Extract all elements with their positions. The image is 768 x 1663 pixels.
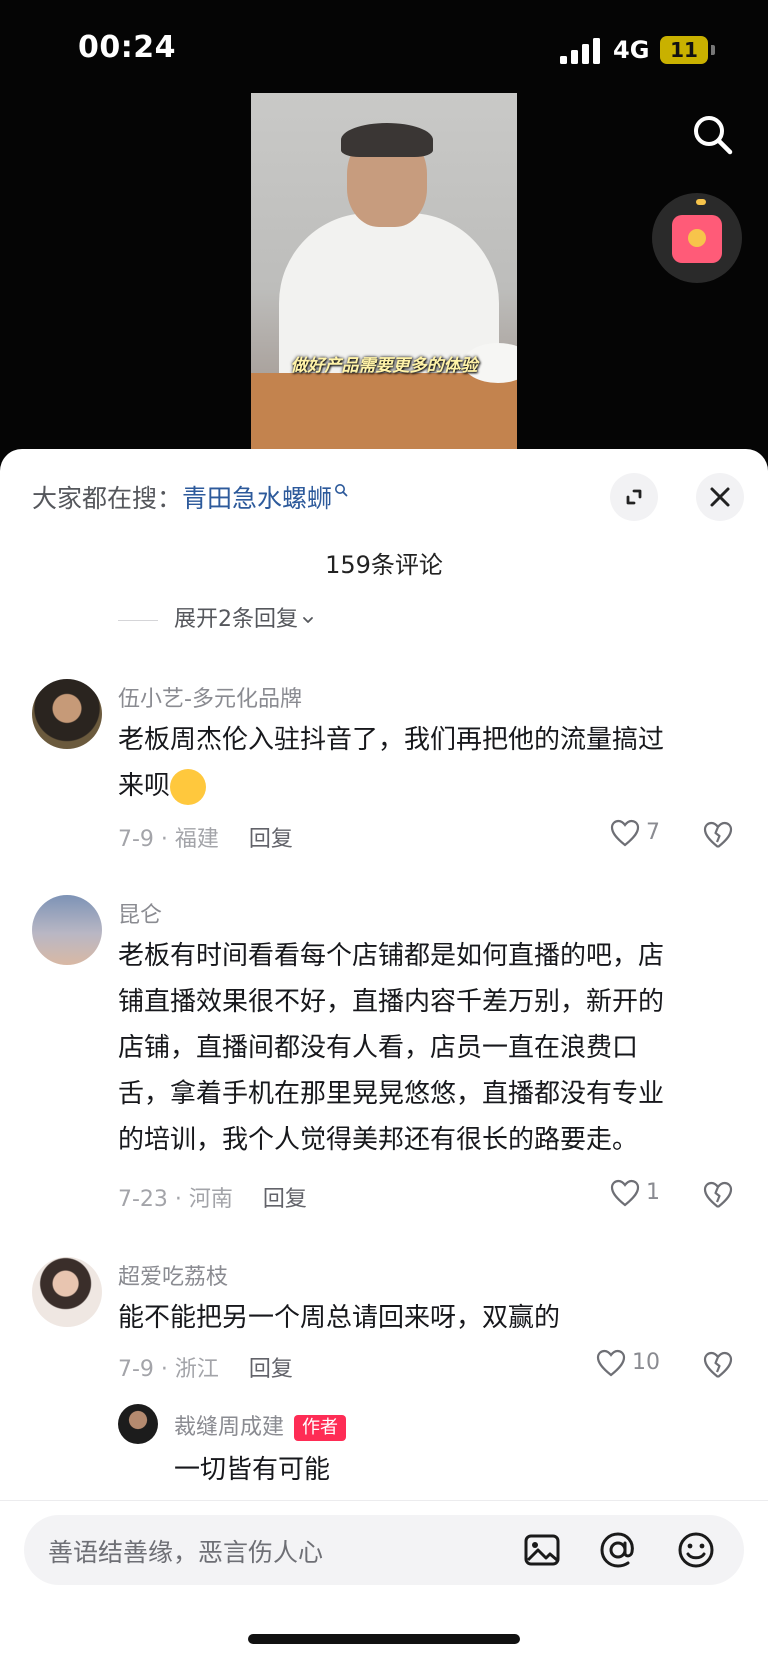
comment-meta: 7-9 · 福建 回复 (118, 821, 293, 853)
thinking-emoji-icon (170, 768, 207, 805)
comment-text: 老板有时间看看每个店铺都是如何直播的吧，店 铺直播效果很不好，直播内容千差万别，… (118, 933, 732, 1163)
broken-heart-icon[interactable] (702, 1180, 734, 1210)
reply-button[interactable]: 回复 (249, 827, 293, 852)
reply-button[interactable]: 回复 (249, 1357, 293, 1382)
signal-icon (560, 38, 600, 64)
hot-search-prefix: 大家都在搜： (32, 484, 183, 513)
comment-text-line: 的培训，我个人觉得美邦还有很长的路要走。 (118, 1125, 639, 1155)
battery-nub (711, 45, 715, 55)
search-icon[interactable] (690, 112, 734, 156)
comment-text-line: 店铺，直播间都没有人看，店员一直在浪费口 (118, 1033, 639, 1063)
heart-icon (596, 1349, 626, 1377)
red-packet-button[interactable] (652, 193, 742, 283)
comment-text-line-with-emoji: 来呗 (118, 763, 732, 809)
video-person-cap (341, 123, 433, 157)
image-icon[interactable] (520, 1528, 564, 1572)
at-icon[interactable] (596, 1528, 640, 1572)
avatar[interactable] (32, 679, 102, 749)
reply-avatar[interactable] (118, 1404, 158, 1444)
comment-username[interactable]: 昆仑 (118, 897, 162, 929)
red-packet-tab (696, 199, 706, 205)
comment-text: 能不能把另一个周总请回来呀，双赢的 (118, 1295, 732, 1341)
comment-username[interactable]: 超爱吃荔枝 (118, 1259, 228, 1291)
broken-heart-icon[interactable] (702, 1350, 734, 1380)
hot-search[interactable]: 大家都在搜：青田急水螺蛳 (32, 479, 348, 515)
video-player[interactable]: 做好产品需要更多的体验 (251, 93, 517, 449)
comment-date-location: 7-9 · 福建 (118, 827, 219, 852)
divider-line (118, 619, 158, 621)
author-badge: 作者 (294, 1415, 347, 1441)
reply-text: 一切皆有可能 (174, 1455, 331, 1485)
comment-text-line: 能不能把另一个周总请回来呀，双赢的 (118, 1303, 561, 1333)
red-packet-coin (688, 229, 706, 247)
comment-date-location: 7-23 · 河南 (118, 1187, 233, 1212)
comment-meta: 7-23 · 河南 回复 (118, 1181, 307, 1213)
comment-input-placeholder: 善语结善缘，恶言伤人心 (48, 1538, 324, 1567)
comment-text-line: 来呗 (118, 771, 171, 801)
network-label: 4G (613, 36, 650, 64)
avatar[interactable] (32, 895, 102, 965)
comment-date-location: 7-9 · 浙江 (118, 1357, 219, 1382)
like-button[interactable]: 1 (610, 1179, 660, 1207)
status-time: 00:24 (78, 30, 176, 65)
reply-username[interactable]: 裁缝周成建 (174, 1415, 284, 1440)
comment-input-bar: 善语结善缘，恶言伤人心 (0, 1500, 768, 1663)
video-table (251, 373, 517, 449)
like-button[interactable]: 10 (596, 1349, 660, 1377)
close-button[interactable] (696, 473, 744, 521)
chevron-down-icon (303, 617, 313, 623)
like-count: 7 (646, 820, 660, 845)
avatar[interactable] (32, 1257, 102, 1327)
close-icon (710, 487, 730, 507)
screen: 00:24 4G 11 做好产品需要更多的体验 大家都在搜：青田急水螺蛳 159… (0, 0, 768, 1663)
comment-text-line: 老板周杰伦入驻抖音了，我们再把他的流量搞过 (118, 725, 665, 755)
comment-username[interactable]: 伍小艺-多元化品牌 (118, 681, 302, 713)
small-search-icon (335, 484, 348, 497)
status-bar: 00:24 4G 11 (0, 0, 768, 100)
comment-text-line: 铺直播效果很不好，直播内容千差万别，新开的 (118, 987, 665, 1017)
comment-meta: 7-9 · 浙江 回复 (118, 1351, 293, 1383)
comment-text: 老板周杰伦入驻抖音了，我们再把他的流量搞过 来呗 (118, 717, 732, 809)
expand-button[interactable] (610, 473, 658, 521)
like-count: 1 (646, 1180, 660, 1205)
comment-text-line: 老板有时间看看每个店铺都是如何直播的吧，店 (118, 941, 665, 971)
expand-replies-label: 展开2条回复 (174, 607, 298, 632)
home-indicator (248, 1634, 520, 1644)
expand-replies-button[interactable]: 展开2条回复 (118, 601, 314, 633)
reply-username-row: 裁缝周成建 作者 (174, 1409, 347, 1441)
heart-icon (610, 819, 640, 847)
battery-icon: 11 (660, 36, 708, 64)
red-packet-icon (672, 215, 722, 263)
comment-sheet: 大家都在搜：青田急水螺蛳 159条评论 展开2条回复 伍小艺-多元化品牌 老板周… (0, 449, 768, 1663)
reply-button[interactable]: 回复 (263, 1187, 307, 1212)
like-count: 10 (632, 1350, 660, 1375)
expand-icon (626, 489, 642, 505)
comment-text-line: 舌，拿着手机在那里晃晃悠悠，直播都没有专业 (118, 1079, 665, 1109)
emoji-icon[interactable] (674, 1528, 718, 1572)
broken-heart-icon[interactable] (702, 820, 734, 850)
like-button[interactable]: 7 (610, 819, 660, 847)
hot-search-term[interactable]: 青田急水螺蛳 (182, 484, 332, 513)
video-caption: 做好产品需要更多的体验 (290, 356, 478, 376)
comment-count: 159条评论 (325, 551, 443, 579)
heart-icon (610, 1179, 640, 1207)
comment-input[interactable]: 善语结善缘，恶言伤人心 (24, 1515, 744, 1585)
